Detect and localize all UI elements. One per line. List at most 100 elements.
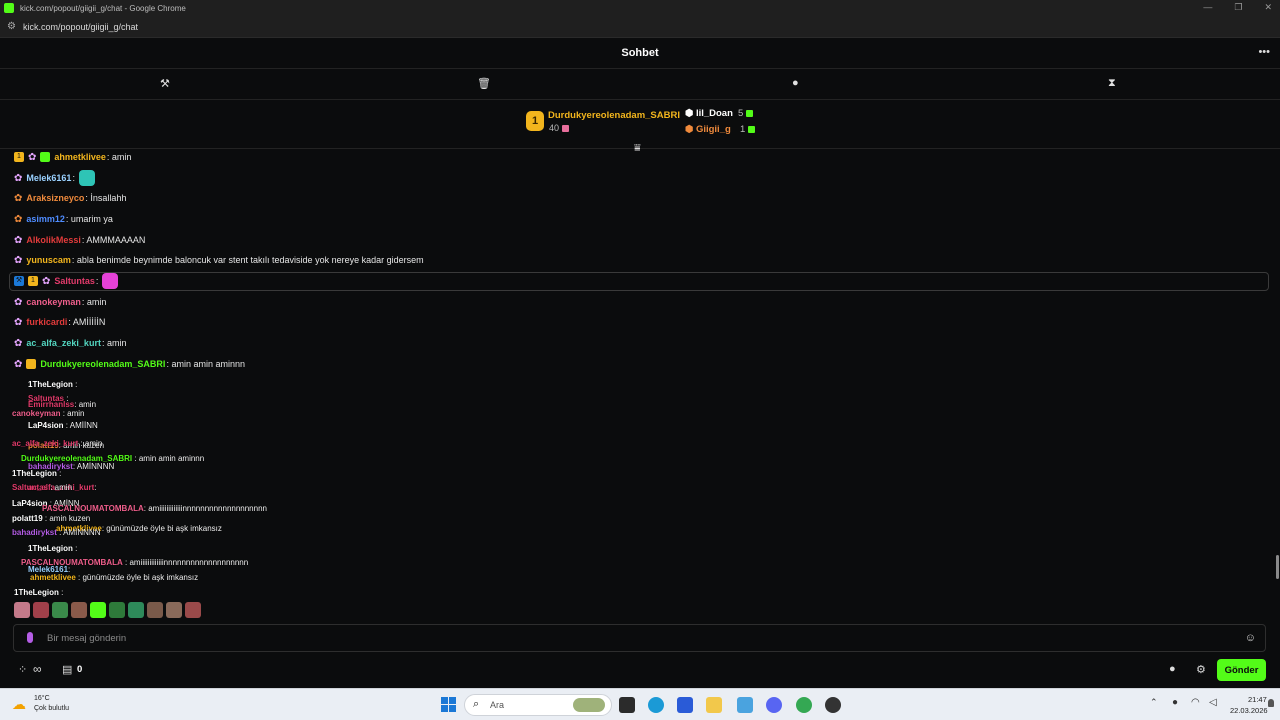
butterfly-badge-icon: ✿: [28, 151, 37, 163]
overlay-message: bahadirykst : AMİNNNN: [12, 528, 101, 537]
emote-icon: [128, 602, 144, 618]
emote-row: [14, 602, 201, 618]
chat-message[interactable]: ✿ furkicardi : AMİİİİİN: [14, 313, 105, 331]
gift-badge-icon: [26, 359, 37, 369]
overlay-message: 1TheLegion :: [28, 544, 78, 553]
chat-username[interactable]: ac_alfa_zeki_kurt: [26, 338, 101, 348]
task-view-icon[interactable]: [619, 697, 635, 713]
chat-username[interactable]: Durdukyereolenadam_SABRI: [40, 359, 165, 369]
url-text[interactable]: kick.com/popout/giigii_g/chat: [23, 22, 138, 32]
obs-icon[interactable]: [825, 697, 841, 713]
chat-username[interactable]: asimm12: [26, 214, 65, 224]
emoji-icon[interactable]: ☺: [1245, 632, 1256, 644]
emote-icon: [52, 602, 68, 618]
emote-icon: [185, 602, 201, 618]
notification-bell-icon[interactable]: [1268, 699, 1274, 707]
minimize-icon[interactable]: —: [1203, 2, 1212, 13]
edge-icon[interactable]: [648, 697, 664, 713]
hourglass-icon[interactable]: ⧗: [1108, 77, 1116, 90]
emote-icon: [90, 602, 106, 618]
file-explorer-icon[interactable]: [706, 697, 722, 713]
clock-date[interactable]: 22.03.2026: [1230, 706, 1268, 715]
send-button[interactable]: Gönder: [1217, 659, 1266, 681]
tray-chevron-icon[interactable]: ⌃: [1150, 697, 1158, 708]
chat-username[interactable]: furkicardi: [26, 317, 67, 327]
leader-top-count: 40: [549, 123, 570, 133]
close-icon[interactable]: ✕: [1264, 2, 1272, 13]
discord-icon[interactable]: [766, 697, 782, 713]
chat-username[interactable]: AlkolikMessi: [26, 235, 81, 245]
chat-bubble-icon[interactable]: ●: [792, 77, 799, 89]
restore-icon[interactable]: ❐: [1234, 2, 1242, 13]
rank-badge-icon: 1: [28, 276, 38, 286]
overlay-message: ac_alfa_zeki_kurt : amin: [12, 439, 103, 448]
hammer-icon[interactable]: ⚒: [160, 77, 170, 90]
chat-scrollbar[interactable]: [1276, 555, 1279, 579]
weather-icon[interactable]: ☁: [12, 696, 26, 713]
chat-message[interactable]: ✿ canokeyman : amin: [14, 293, 106, 311]
trash-icon[interactable]: 🗑: [477, 77, 491, 90]
wifi-icon[interactable]: ◠: [1191, 697, 1200, 708]
chat-username[interactable]: Melek6161: [26, 173, 71, 183]
address-bar: ⚙ kick.com/popout/giigii_g/chat: [0, 16, 1280, 38]
butterfly-badge-icon: ✿: [14, 254, 23, 266]
chat-username[interactable]: canokeyman: [26, 297, 81, 307]
leader-third-name[interactable]: ⬢ Giigii_g: [685, 124, 731, 135]
taskbar-search[interactable]: ⌕ Ara: [464, 694, 612, 716]
snipping-tool-icon[interactable]: [737, 697, 753, 713]
weather-condition: Çok bulutlu: [34, 705, 70, 712]
points-icon[interactable]: ⁘: [18, 663, 27, 676]
overlay-message: LaP4sion : AMİİNN: [28, 421, 98, 430]
leader-third-count: 1: [740, 124, 756, 135]
chat-text: : amin: [101, 338, 127, 348]
search-highlight-image: [573, 698, 605, 712]
chat-message[interactable]: ✿ Araksizneyco : İnsallahh: [14, 189, 126, 207]
moderator-badge-icon: ⚒: [14, 276, 24, 286]
microphone-icon[interactable]: [27, 632, 33, 643]
chat-text: : İnsallahh: [85, 193, 127, 203]
chrome-icon[interactable]: [796, 697, 812, 713]
overlay-message: Saltuntas : amin: [12, 483, 73, 492]
chat-message[interactable]: ✿ AlkolikMessi : AMMMAAAAN: [14, 231, 145, 249]
highlighted-message-frame: [9, 272, 1269, 291]
emote-icon: [102, 273, 119, 289]
emote-icon: [14, 602, 30, 618]
chat-username[interactable]: Araksizneyco: [26, 193, 84, 203]
clock-time[interactable]: 21:47: [1248, 695, 1267, 704]
chat-message[interactable]: ✿ Durdukyereolenadam_SABRI : amin amin a…: [14, 355, 245, 373]
chat-username[interactable]: ahmetklivee: [54, 152, 106, 162]
butterfly-badge-icon: ✿: [14, 337, 23, 349]
butterfly-badge-icon: ✿: [42, 275, 51, 287]
chat-messages[interactable]: 1 ✿ ahmetklivee : amin ✿ Melek6161 : ✿ A…: [0, 150, 1280, 622]
overlay-message: PASCALNOUMATOMBALA: amiiiiiiiiiiiiinnnnn…: [42, 504, 267, 513]
leader-top-name[interactable]: Durdukyereolenadam_SABRI: [548, 110, 680, 121]
chat-message[interactable]: ✿ ac_alfa_zeki_kurt : amin: [14, 334, 126, 352]
kick-logo-icon: [4, 3, 14, 13]
chat-username[interactable]: Saltuntas: [54, 276, 95, 286]
message-input[interactable]: [47, 629, 1227, 647]
more-options-icon[interactable]: •••: [1258, 46, 1270, 58]
store-icon[interactable]: ▤: [62, 663, 72, 676]
gift-icon: [562, 125, 570, 133]
emote-icon: [166, 602, 182, 618]
volume-icon[interactable]: ◁: [1209, 697, 1217, 708]
chat-message[interactable]: ✿ Melek6161 :: [14, 169, 95, 187]
chat-text: :: [95, 276, 99, 286]
store-app-icon[interactable]: [677, 697, 693, 713]
settings-gear-icon[interactable]: ⚙: [1196, 663, 1206, 676]
chat-text: : amin: [81, 297, 107, 307]
leader-second-name[interactable]: ⬢ lil_Doan: [685, 108, 733, 119]
chat-message[interactable]: ✿ asimm12 : umarim ya: [14, 210, 113, 228]
chat-message[interactable]: ✿ yunuscam : abla benimde beynimde balon…: [14, 251, 424, 269]
start-icon[interactable]: [441, 697, 456, 712]
message-composer: ☺: [13, 624, 1266, 652]
chat-message[interactable]: 1 ✿ ahmetklivee : amin: [14, 150, 131, 166]
chat-text: : abla benimde beynimde baloncuk var ste…: [71, 255, 424, 265]
chat-message-highlighted[interactable]: ⚒ 1 ✿ Saltuntas :: [14, 272, 119, 290]
emote-icon: [78, 170, 95, 186]
chat-username[interactable]: yunuscam: [26, 255, 71, 265]
points-count: 0: [77, 664, 83, 675]
tray-mic-icon[interactable]: ●: [1172, 697, 1178, 708]
chat-settings-bubble-icon[interactable]: ●: [1169, 663, 1176, 675]
site-info-icon[interactable]: ⚙: [7, 21, 16, 32]
